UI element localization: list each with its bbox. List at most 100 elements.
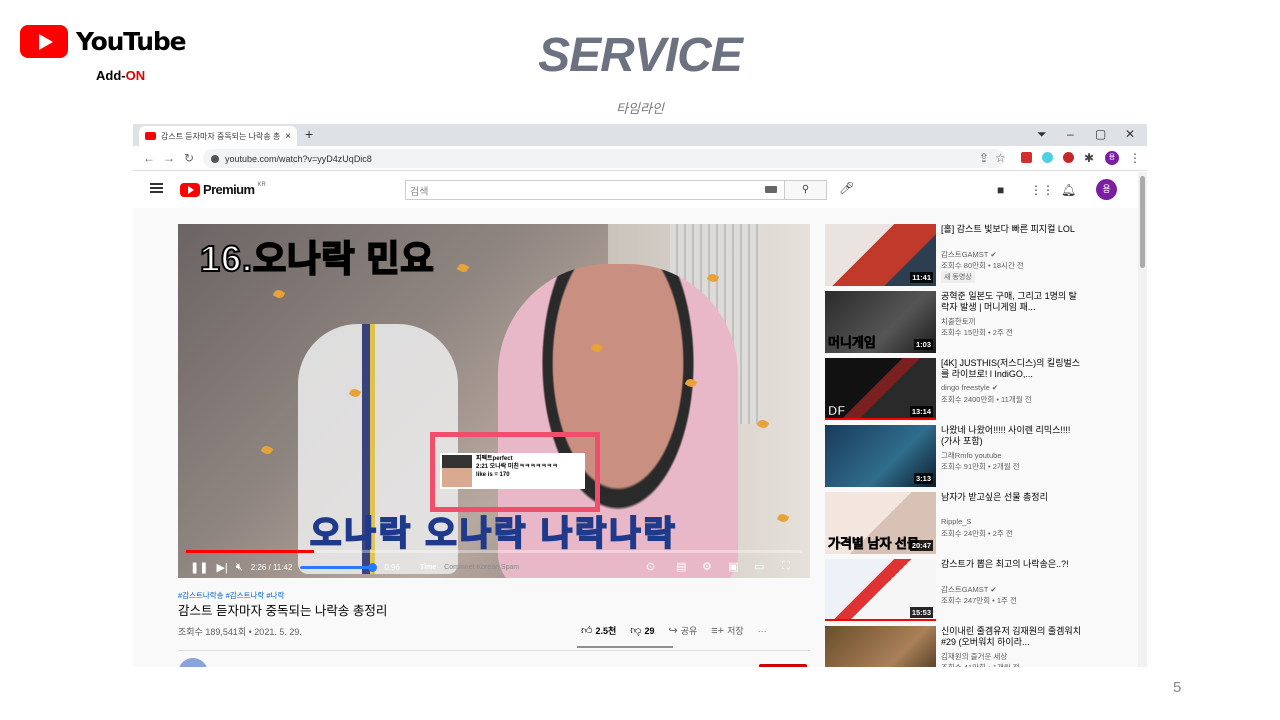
duration-badge: 3:13 [913,473,933,484]
url-text: youtube.com/watch?v=yyD4zUqDic8 [225,153,372,164]
recommendation-title[interactable]: 공혁준 일본도 구매, 그리고 1명의 탈락자 발생 | 머니게임 패... [941,291,1081,313]
slide-title: SERVICE [538,29,743,82]
settings-gear-icon[interactable]: ⚙ [702,560,712,573]
more-actions-button[interactable]: ··· [758,626,767,636]
miniplayer-icon[interactable]: ▣ [728,560,738,573]
comment-likes: like is = 170 [476,472,510,478]
keyboard-icon[interactable] [765,186,777,193]
premium-play-icon [180,182,200,197]
recommendation-meta: 조회수 2400만회 • 11개월 전 [941,395,1032,404]
microphone-icon[interactable]: 🎤︎ [839,181,854,195]
browser-profile-avatar[interactable]: 용 [1105,151,1119,165]
maximize-icon[interactable]: ▢ [1095,127,1106,141]
timeline-label[interactable]: Time [420,564,436,571]
search-button[interactable]: ⚲ [785,180,827,200]
like-button[interactable]: 👍︎ 2.5천 [581,624,616,637]
recommendation-thumbnail[interactable]: 머니게임 1:03 [825,291,936,353]
recommendation-channel: 감스트GAMST ✔ [941,585,997,594]
back-icon[interactable]: ← [143,151,155,165]
hamburger-menu-icon[interactable] [150,183,163,193]
autoplay-toggle-icon[interactable]: ⊙ [646,560,655,573]
recommendation-item[interactable]: 가격별 남자 선물 20:47 남자가 받고싶은 선물 총정리 Ripple_S 조회수… [825,492,1135,554]
duration-badge: 20:47 [909,540,933,551]
recommendation-item[interactable]: 머니게임 1:03 공혁준 일본도 구매, 그리고 1명의 탈락자 발생 | 머니게… [825,291,1135,353]
search-input[interactable]: 검색 [405,180,785,200]
url-field[interactable]: youtube.com/watch?v=yyD4zUqDic8 [203,149,1005,168]
volume-slider[interactable] [300,562,378,572]
next-icon[interactable]: ▶| [216,561,227,574]
watched-progress-bar [825,619,936,621]
browser-tab[interactable]: 감스트 듣자마자 중독되는 나락송 총정리 × [139,126,297,146]
youtube-favicon-icon [145,132,156,140]
search-icon: ⚲ [801,184,810,195]
extensions-puzzle-icon[interactable]: ✱ [1084,151,1094,165]
recommendation-thumbnail[interactable]: DF 13:14 [825,358,936,420]
recommendation-title[interactable]: [4K] JUSTHIS(저스디스)의 킬링벌스를 라이브로! l IndiGO… [941,358,1081,380]
theater-mode-icon[interactable]: ▭ [754,560,764,573]
bookmark-star-icon[interactable]: ☆ [995,151,1006,165]
recommendation-thumbnail[interactable]: 15:53 [825,559,936,621]
subtitles-icon[interactable]: ▤ [676,560,686,573]
reload-icon[interactable]: ↻ [184,151,194,165]
subscribe-button[interactable] [759,664,807,667]
tab-search-icon[interactable]: ⏷ [1037,127,1047,142]
close-window-icon[interactable]: ✕ [1125,127,1135,141]
comment-author: 피펙트perfect [476,456,513,462]
recommendation-item[interactable]: DF 13:14 [4K] JUSTHIS(저스디스)의 킬링벌스를 라이브로! l… [825,358,1135,420]
save-button[interactable]: ≡+ 저장 [711,624,743,637]
duration-badge: 13:14 [909,406,933,417]
dislike-button[interactable]: 👎︎ 29 [630,624,654,637]
pdf-extension-icon[interactable] [1021,152,1032,163]
like-count: 2.5천 [595,626,617,636]
leaf-decoration [272,288,286,300]
comment-avatar [442,455,472,487]
recommendation-thumbnail[interactable]: 가격별 남자 선물 20:47 [825,492,936,554]
fullscreen-icon[interactable]: ⛶ [782,560,790,573]
channel-avatar[interactable] [178,658,208,667]
new-tab-button[interactable]: + [305,126,313,142]
timeline-comment-popup[interactable]: 피펙트perfect 2:21 오나락 미친ㅋㅋㅋㅋㅋㅋㅋ like is = … [440,453,585,489]
recommendation-item[interactable]: 15:53 감스트가 뽑은 최고의 나락송은..?! 감스트GAMST ✔ 조회수 2… [825,559,1135,621]
notifications-bell-icon[interactable]: 🔔︎ [1061,183,1076,197]
recommendation-channel: 치출한토끼 [941,317,976,326]
create-video-icon[interactable]: ■ [997,183,1004,197]
watched-progress-bar [825,418,936,420]
user-avatar[interactable]: 용 [1096,179,1117,200]
recommendation-item[interactable]: 11:41 [홀] 감스트 빛보다 빠른 피지컬 LOL 감스트GAMST ✔ 조회수… [825,224,1135,286]
video-player[interactable]: 16.오나락 민요 오나락 오나락 나락나락 피펙트perfect 2:21 오… [178,224,810,578]
comment-text: 2:21 오나락 미친ㅋㅋㅋㅋㅋㅋㅋ [476,464,558,470]
recommendation-thumbnail[interactable]: 신이내린 웃긴장면#29 [825,626,936,667]
share-page-icon[interactable]: ⇪ [979,151,989,165]
recommendation-title[interactable]: 감스트가 뽑은 최고의 나락송은..?! [941,559,1081,570]
mute-icon[interactable]: 🔇︎ [236,561,243,574]
lock-icon [211,154,219,163]
volume-fill [300,565,374,569]
react-extension-icon[interactable] [1042,152,1053,163]
recommendation-channel: 김재원의 즐거운 세상 [941,652,1008,661]
page-scrollbar[interactable] [1138,172,1147,667]
recommendation-thumbnail[interactable]: 3:13 [825,425,936,487]
red-extension-icon[interactable] [1063,152,1074,163]
apps-grid-icon[interactable]: ⋮⋮ [1030,183,1054,197]
timeline-filter-hint[interactable]: Commnet Korean Spam [444,564,519,571]
pause-icon[interactable]: ❚❚ [190,561,208,574]
video-progress-bar[interactable] [186,550,802,553]
browser-menu-icon[interactable]: ⋮ [1129,151,1141,165]
leaf-decoration [456,262,470,274]
forward-icon[interactable]: → [163,151,175,165]
recommendation-item[interactable]: 신이내린 웃긴장면#29신이내린 줄겜유저 김재원의 줄겜워치 #29 (오버워… [825,626,1135,667]
recommendation-thumbnail[interactable]: 11:41 [825,224,936,286]
recommendation-title[interactable]: [홀] 감스트 빛보다 빠른 피지컬 LOL [941,224,1081,235]
youtube-premium-logo[interactable]: Premium KR [180,182,266,197]
minimize-icon[interactable]: – [1067,127,1074,141]
recommendation-title[interactable]: 남자가 받고싶은 선물 총정리 [941,492,1081,503]
recommendation-title[interactable]: 신이내린 줄겜유저 김재원의 줄겜워치 #29 (오버워치 하이라... [941,626,1081,648]
recommendation-title[interactable]: 나왔네 나왔어!!!!! 사이렌 리믹스!!!!(가사 포함) [941,425,1081,447]
scrollbar-thumb[interactable] [1140,176,1145,268]
recommendation-item[interactable]: 3:13 나왔네 나왔어!!!!! 사이렌 리믹스!!!!(가사 포함) 그래Rmf… [825,425,1135,487]
volume-knob[interactable] [368,562,378,572]
recommendation-meta: 조회수 91만회 • 2개월 전 [941,462,1020,471]
youtube-masthead: Premium KR 검색 ⚲ 🎤︎ ■ ⋮⋮ 🔔︎ 용 [133,172,1147,208]
share-button[interactable]: ↪ 공유 [668,624,697,637]
tab-close-icon[interactable]: × [285,131,291,142]
